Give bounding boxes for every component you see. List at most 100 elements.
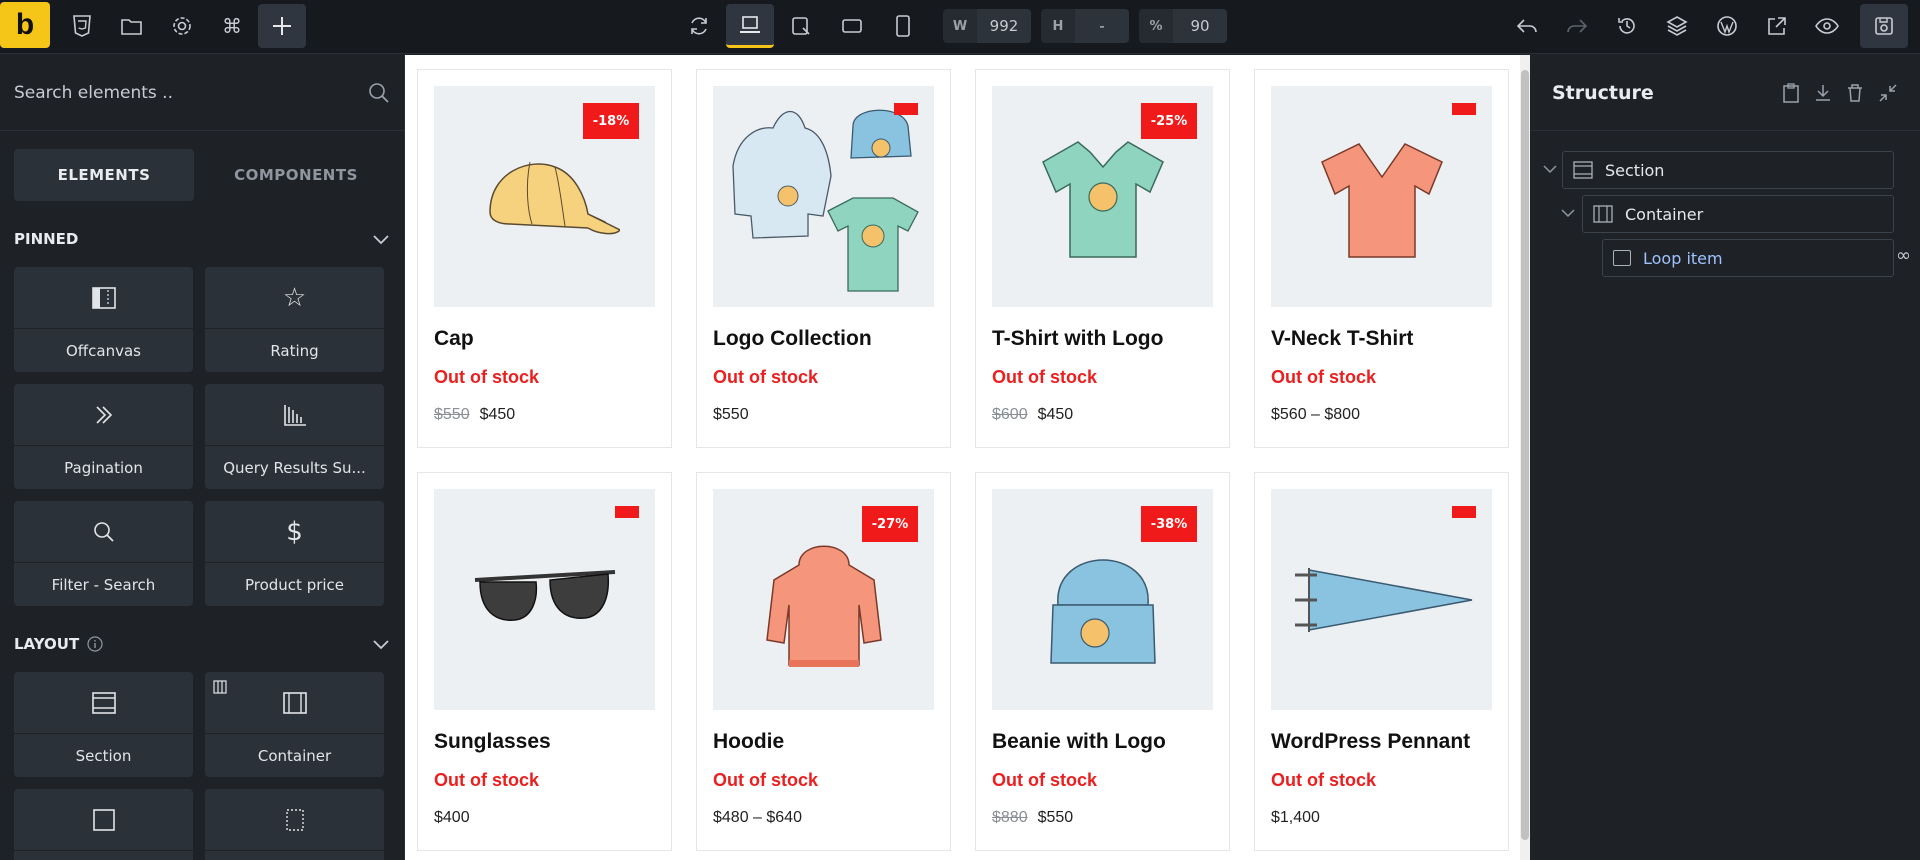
product-card[interactable]: -18% Cap Out of stock $550 $450 [417,69,672,448]
scale-value[interactable]: 90 [1173,9,1227,43]
info-icon[interactable] [87,636,103,652]
tablet-landscape-icon[interactable] [777,4,825,48]
product-image[interactable] [434,489,655,710]
pinned-title: PINNED [14,230,79,248]
stock-status: Out of stock [1271,770,1377,790]
product-card[interactable]: Sunglasses Out of stock $400 [417,472,672,851]
height-input[interactable]: H - [1041,9,1129,43]
desktop-breakpoint-icon[interactable] [726,4,774,48]
element-offcanvas[interactable]: Offcanvas [14,267,193,372]
product-image[interactable]: -18% [434,86,655,307]
element-pagination[interactable]: Pagination [14,384,193,489]
save-icon[interactable] [1860,4,1908,48]
tab-components[interactable]: COMPONENTS [206,149,386,201]
stock-status: Out of stock [992,770,1098,790]
current-price: $450 [1037,406,1074,423]
preview-eye-icon[interactable] [1803,4,1851,48]
product-price: $550 [713,406,934,424]
layout-grid: Section Container [0,658,404,860]
product-card[interactable]: -38% Beanie with Logo Out of stock $880 $… [975,472,1230,851]
product-name[interactable]: Beanie with Logo [992,730,1213,754]
command-icon[interactable]: ⌘ [208,4,256,48]
product-card[interactable]: V-Neck T-Shirt Out of stock $560 – $800 [1254,69,1509,448]
external-link-icon[interactable] [1753,4,1801,48]
search-icon [14,501,193,563]
settings-icon[interactable] [158,4,206,48]
product-name[interactable]: Logo Collection [713,327,934,351]
layout-header[interactable]: LAYOUT [0,630,404,658]
product-name[interactable]: T-Shirt with Logo [992,327,1213,351]
structure-node-loop-item[interactable]: Loop item [1602,239,1894,277]
element-product-price[interactable]: $ Product price [205,501,384,606]
stock-status: Out of stock [434,770,540,790]
product-image[interactable]: -27% [713,489,934,710]
redo-icon[interactable] [1553,4,1601,48]
search-icon[interactable] [368,82,390,104]
tab-elements[interactable]: ELEMENTS [14,149,194,201]
element-div[interactable] [205,789,384,860]
div-icon [205,789,384,851]
product-price: $550 $450 [434,406,655,424]
sunglasses-illustration [474,569,615,621]
pinned-header[interactable]: PINNED [0,225,404,253]
product-image[interactable] [1271,489,1492,710]
layers-icon[interactable] [1653,4,1701,48]
mobile-icon[interactable] [879,4,927,48]
container-icon [1593,205,1613,223]
element-label [205,851,384,860]
sale-badge: -18% [583,103,639,139]
product-image[interactable] [1271,86,1492,307]
height-value[interactable]: - [1075,9,1129,43]
element-label: Query Results Su... [223,458,366,477]
element-block[interactable] [14,789,193,860]
product-card[interactable]: -27% Hoodie Out of stock $480 – $640 [696,472,951,851]
clipboard-icon[interactable] [1782,82,1800,103]
chevron-down-icon[interactable] [1542,163,1558,179]
folder-icon[interactable] [108,4,156,48]
scale-label: % [1149,18,1163,34]
refresh-icon[interactable] [675,4,723,48]
canvas-scroll-thumb[interactable] [1521,70,1529,840]
product-card[interactable]: WordPress Pennant Out of stock $1,400 [1254,472,1509,851]
download-icon[interactable] [1814,83,1832,103]
structure-node-container[interactable]: Container [1582,195,1894,233]
chevron-down-icon[interactable] [1560,207,1576,223]
old-price: $600 [992,406,1028,423]
product-name[interactable]: Hoodie [713,730,934,754]
tablet-icon[interactable] [828,4,876,48]
current-price: $480 – $640 [713,809,802,826]
product-image[interactable] [713,86,934,307]
product-name[interactable]: Sunglasses [434,730,655,754]
element-rating[interactable]: ☆ Rating [205,267,384,372]
width-input[interactable]: W 992 [943,9,1031,43]
product-name[interactable]: V-Neck T-Shirt [1271,327,1492,351]
product-name[interactable]: Cap [434,327,655,351]
section-icon [1573,161,1593,179]
undo-icon[interactable] [1503,4,1551,48]
element-label: Section [75,746,132,765]
css-icon[interactable] [58,4,106,48]
product-image[interactable]: -25% [992,86,1213,307]
add-element-button[interactable] [258,4,306,48]
app-logo[interactable]: b [0,2,50,48]
scale-input[interactable]: % 90 [1139,9,1227,43]
history-icon[interactable] [1603,4,1651,48]
chevron-down-icon[interactable] [372,233,390,245]
element-container[interactable]: Container [205,672,384,777]
product-image[interactable]: -38% [992,489,1213,710]
search-input[interactable] [14,82,344,103]
product-card[interactable]: -25% T-Shirt with Logo Out of stock $600… [975,69,1230,448]
canvas-preview[interactable]: -18% Cap Out of stock $550 $450 Logo Coll… [405,55,1530,860]
element-section[interactable]: Section [14,672,193,777]
width-value[interactable]: 992 [977,9,1031,43]
chevron-down-icon[interactable] [372,638,390,650]
element-filter-search[interactable]: Filter - Search [14,501,193,606]
structure-node-section[interactable]: Section [1562,151,1894,189]
collapse-icon[interactable] [1878,83,1898,103]
element-query-results[interactable]: Query Results Su... [205,384,384,489]
trash-icon[interactable] [1846,83,1864,103]
product-card[interactable]: Logo Collection Out of stock $550 [696,69,951,448]
node-label: Container [1625,204,1704,224]
product-name[interactable]: WordPress Pennant [1271,730,1492,754]
wordpress-icon[interactable] [1703,4,1751,48]
